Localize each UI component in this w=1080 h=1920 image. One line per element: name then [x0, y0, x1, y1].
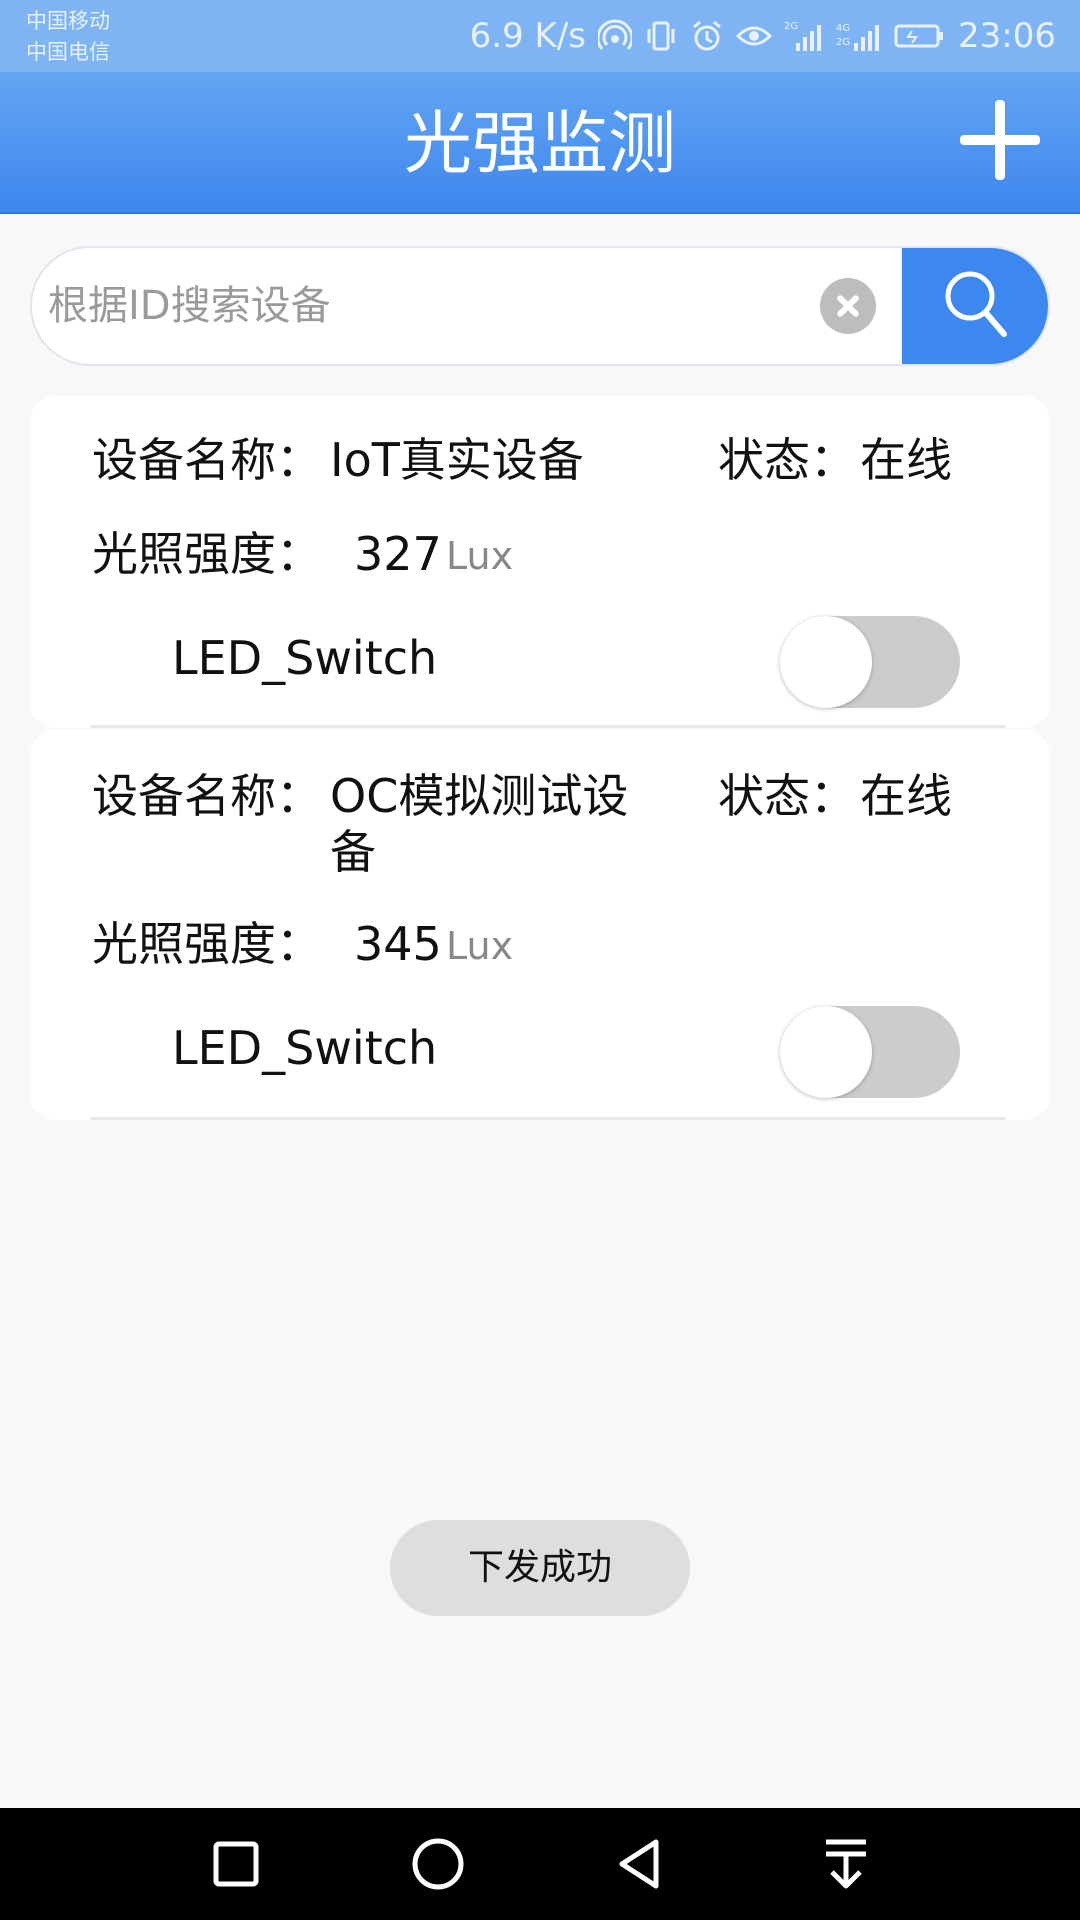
led-switch-label: LED_Switch	[172, 1021, 438, 1075]
device-card[interactable]: 设备名称： OC模拟测试设备 状态： 在线 光照强度： 345 Lux LED_…	[30, 730, 1050, 1120]
status-icons: 6.9 K/s 2G 4G 2G 23:06	[470, 0, 1056, 72]
vibrate-icon	[644, 19, 678, 53]
device-status: 在线	[860, 433, 952, 487]
device-name-label: 设备名称：	[92, 433, 322, 487]
device-status-label: 状态：	[718, 433, 856, 487]
search-bar	[30, 246, 1050, 366]
signal-4g-icon: 4G 2G	[836, 19, 882, 53]
light-intensity-value: 345	[354, 917, 442, 971]
toast-message: 下发成功	[390, 1520, 690, 1616]
led-switch-label: LED_Switch	[172, 631, 438, 685]
alarm-icon	[690, 19, 724, 53]
device-status-label: 状态：	[718, 769, 856, 823]
svg-text:2G: 2G	[836, 37, 850, 48]
light-intensity-value: 327	[354, 527, 442, 581]
device-name: IoT真实设备	[330, 433, 584, 487]
light-intensity-label: 光照强度：	[92, 527, 322, 581]
net-speed: 6.9 K/s	[469, 16, 587, 56]
eye-comfort-icon	[736, 19, 773, 53]
light-intensity-label: 光照强度：	[92, 917, 322, 971]
signal-2g-icon: 2G	[784, 19, 824, 53]
led-switch-toggle[interactable]	[780, 1006, 960, 1098]
navigation-bar	[0, 1808, 1080, 1920]
carrier-2: 中国电信	[26, 40, 110, 64]
device-name: OC模拟测试设备	[330, 769, 629, 879]
status-bar: 中国移动 中国电信 6.9 K/s 2G 4G 2G 23:06	[0, 0, 1080, 72]
led-switch-toggle[interactable]	[780, 616, 960, 708]
clear-icon[interactable]	[820, 278, 876, 334]
back-icon[interactable]	[610, 1834, 670, 1894]
recents-icon[interactable]	[206, 1834, 266, 1894]
page-title: 光强监测	[403, 105, 676, 184]
toggle-knob	[780, 616, 872, 708]
device-status: 在线	[860, 769, 952, 823]
search-input[interactable]	[48, 248, 828, 364]
add-device-button[interactable]	[960, 100, 1040, 180]
app-screen: 中国移动 中国电信 6.9 K/s 2G 4G 2G 23:06 光强监测 根据…	[0, 0, 1080, 1920]
light-intensity-unit: Lux	[446, 534, 514, 578]
hotspot-icon	[598, 19, 633, 53]
divider	[90, 1117, 1006, 1120]
app-bar: 光强监测	[0, 72, 1080, 214]
home-icon[interactable]	[408, 1834, 468, 1894]
divider	[90, 725, 1006, 728]
toggle-knob	[780, 1006, 872, 1098]
device-card[interactable]: 设备名称： IoT真实设备 状态： 在线 光照强度： 327 Lux LED_S…	[30, 396, 1050, 728]
search-button[interactable]	[902, 248, 1048, 364]
search-icon	[940, 266, 1010, 346]
carrier-info: 中国移动 中国电信	[26, 6, 110, 68]
svg-text:4G: 4G	[836, 23, 850, 34]
light-intensity-unit: Lux	[446, 924, 514, 968]
device-name-label: 设备名称：	[92, 769, 322, 823]
notification-pull-icon[interactable]	[816, 1834, 876, 1894]
svg-text:2G: 2G	[784, 21, 798, 32]
battery-icon	[894, 19, 946, 53]
clock-time: 23:06	[958, 16, 1056, 56]
carrier-1: 中国移动	[26, 9, 110, 33]
